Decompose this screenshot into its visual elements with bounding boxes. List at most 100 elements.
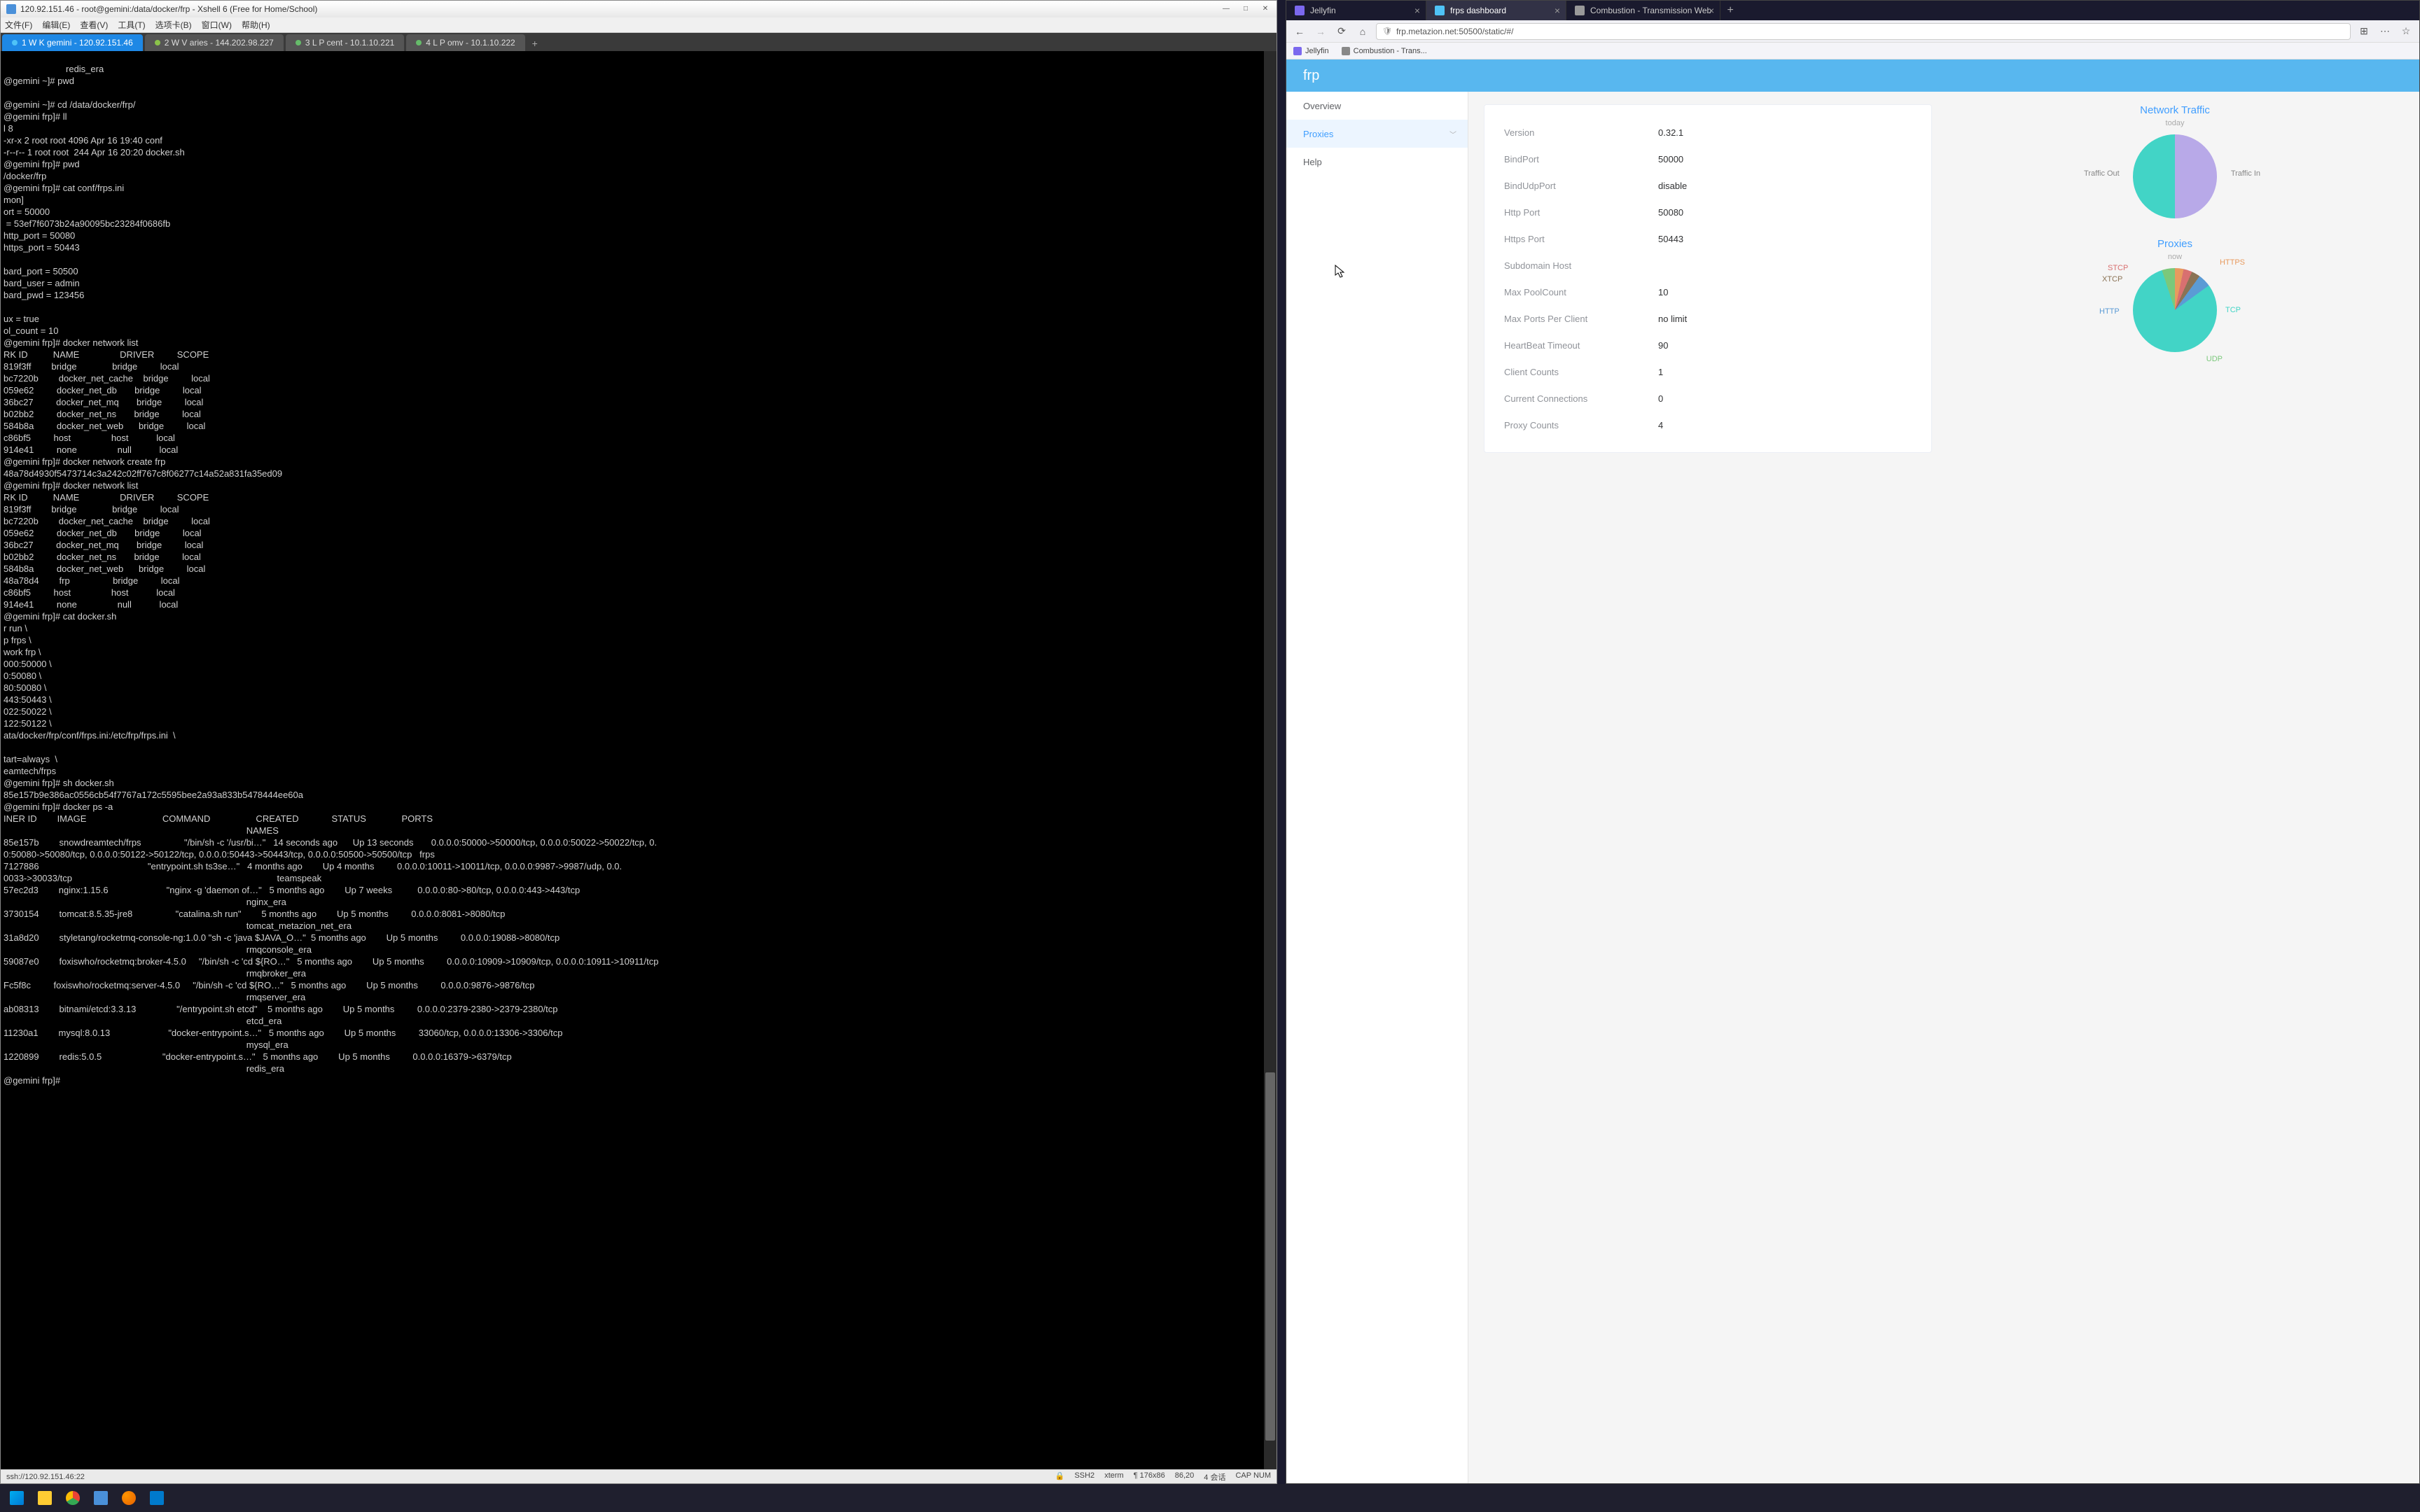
- xshell-menubar: 文件(F) 编辑(E) 查看(V) 工具(T) 选项卡(B) 窗口(W) 帮助(…: [1, 18, 1277, 33]
- tab-label: Jellyfin: [1310, 6, 1336, 15]
- reader-button[interactable]: ⊞: [2356, 24, 2372, 39]
- firefox-icon: [122, 1491, 136, 1505]
- sidebar-item-help[interactable]: Help: [1286, 148, 1468, 176]
- info-row: Max Ports Per Clientno limit: [1504, 305, 1912, 332]
- status-dot-icon: [416, 40, 422, 46]
- menu-dots-button[interactable]: ⋯: [2377, 24, 2393, 39]
- bookmark-star-icon[interactable]: ☆: [2398, 24, 2414, 39]
- browser-tab-jellyfin[interactable]: Jellyfin ×: [1286, 1, 1426, 20]
- xshell-statusbar: ssh://120.92.151.46:22 🔒 SSH2 xterm ¶ 17…: [1, 1469, 1277, 1483]
- pie-label: TCP: [2225, 306, 2241, 314]
- menu-file[interactable]: 文件(F): [5, 19, 32, 31]
- pie-label: HTTPS: [2220, 258, 2245, 267]
- home-button[interactable]: ⌂: [1355, 24, 1370, 39]
- status-dot-icon: [155, 40, 160, 46]
- url-text: frp.metazion.net:50500/static/#/: [1396, 27, 1513, 36]
- menu-help[interactable]: 帮助(H): [242, 19, 270, 31]
- info-row: Http Port50080: [1504, 199, 1912, 225]
- close-tab-icon[interactable]: ×: [1414, 5, 1420, 16]
- windows-taskbar[interactable]: [0, 1484, 2420, 1512]
- frp-info-card: Version0.32.1 BindPort50000 BindUdpPortd…: [1484, 104, 1932, 453]
- chart-title: Proxies: [2133, 238, 2217, 250]
- bookmark-combustion[interactable]: Combustion - Trans...: [1342, 47, 1427, 55]
- taskbar-xshell[interactable]: [88, 1485, 113, 1511]
- sidebar-item-overview[interactable]: Overview: [1286, 92, 1468, 120]
- session-tab-omv[interactable]: 4 L P omv - 10.1.10.222: [406, 34, 524, 51]
- new-tab-button[interactable]: +: [1720, 4, 1740, 17]
- xshell-titlebar[interactable]: 120.92.151.46 - root@gemini:/data/docker…: [1, 1, 1277, 18]
- chart-title: Network Traffic: [2133, 104, 2217, 116]
- terminal[interactable]: redis_era @gemini ~]# pwd @gemini ~]# cd…: [1, 51, 1277, 1469]
- chart-subtitle: now: [2133, 253, 2217, 261]
- status-dot-icon: [12, 40, 18, 46]
- session-tab-aries[interactable]: 2 W V aries - 144.202.98.227: [145, 34, 284, 51]
- url-bar[interactable]: 🛡 frp.metazion.net:50500/static/#/: [1376, 23, 2351, 40]
- menu-tools[interactable]: 工具(T): [118, 19, 145, 31]
- session-tab-cent[interactable]: 3 L P cent - 10.1.10.221: [286, 34, 404, 51]
- taskbar-vscode[interactable]: [144, 1485, 169, 1511]
- tab-label: frps dashboard: [1450, 6, 1506, 15]
- taskbar-explorer[interactable]: [32, 1485, 57, 1511]
- pie-label: HTTP: [2099, 307, 2120, 316]
- favicon-icon: [1575, 6, 1585, 15]
- sidebar-item-proxies[interactable]: Proxies﹀: [1286, 120, 1468, 148]
- status-term: xterm: [1104, 1471, 1124, 1483]
- cursor-icon: [1335, 265, 1346, 279]
- close-tab-icon[interactable]: ×: [1709, 5, 1714, 16]
- lock-icon: 🛡: [1382, 27, 1392, 36]
- status-lock-icon: 🔒: [1055, 1471, 1065, 1483]
- bookmark-jellyfin[interactable]: Jellyfin: [1293, 47, 1329, 55]
- terminal-scrollbar[interactable]: [1264, 51, 1277, 1469]
- taskbar-firefox[interactable]: [116, 1485, 141, 1511]
- info-row: BindPort50000: [1504, 146, 1912, 172]
- frp-header: frp: [1286, 59, 2419, 92]
- info-row: Max PoolCount10: [1504, 279, 1912, 305]
- pie-label: STCP: [2108, 264, 2128, 272]
- status-sessions: 4 会话: [1204, 1471, 1225, 1483]
- info-row: BindUdpPortdisable: [1504, 172, 1912, 199]
- chart-subtitle: today: [2133, 119, 2217, 127]
- menu-window[interactable]: 窗口(W): [202, 19, 232, 31]
- close-button[interactable]: ✕: [1257, 2, 1274, 15]
- xshell-title-text: 120.92.151.46 - root@gemini:/data/docker…: [20, 4, 317, 14]
- frp-dashboard: frp Overview Proxies﹀ Help Version0.32.1…: [1286, 59, 2419, 1483]
- minimize-button[interactable]: —: [1218, 2, 1235, 15]
- folder-icon: [38, 1491, 52, 1505]
- menu-tabs[interactable]: 选项卡(B): [155, 19, 192, 31]
- maximize-button[interactable]: □: [1237, 2, 1254, 15]
- xshell-window: 120.92.151.46 - root@gemini:/data/docker…: [0, 0, 1277, 1484]
- bookmarks-bar: Jellyfin Combustion - Trans...: [1286, 43, 2419, 59]
- back-button[interactable]: ←: [1292, 24, 1307, 39]
- start-button[interactable]: [4, 1485, 29, 1511]
- favicon-icon: [1342, 47, 1350, 55]
- add-tab-button[interactable]: +: [527, 36, 543, 51]
- pie-chart: HTTPS STCP XTCP HTTP TCP UDP: [2133, 268, 2217, 352]
- pie-chart: Traffic Out Traffic In: [2133, 134, 2217, 218]
- session-tab-gemini[interactable]: 1 W K gemini - 120.92.151.46: [2, 34, 143, 51]
- menu-edit[interactable]: 编辑(E): [42, 19, 70, 31]
- firefox-tabstrip: Jellyfin × frps dashboard × Combustion -…: [1286, 1, 2419, 20]
- xshell-icon: [6, 4, 16, 14]
- status-proto: SSH2: [1074, 1471, 1094, 1483]
- firefox-navbar: ← → ⟳ ⌂ 🛡 frp.metazion.net:50500/static/…: [1286, 20, 2419, 43]
- close-tab-icon[interactable]: ×: [1555, 5, 1560, 16]
- traffic-chart: Network Traffic today Traffic Out Traffi…: [2133, 104, 2217, 218]
- favicon-icon: [1295, 6, 1305, 15]
- browser-tab-frps[interactable]: frps dashboard ×: [1426, 1, 1566, 20]
- frp-title: frp: [1303, 68, 1319, 84]
- frp-charts: Network Traffic today Traffic Out Traffi…: [1946, 104, 2404, 352]
- forward-button[interactable]: →: [1313, 24, 1328, 39]
- firefox-window: Jellyfin × frps dashboard × Combustion -…: [1286, 0, 2420, 1484]
- browser-tab-combustion[interactable]: Combustion - Transmission Web ×: [1566, 1, 1720, 20]
- status-dot-icon: [295, 40, 301, 46]
- scrollbar-thumb[interactable]: [1265, 1072, 1275, 1441]
- frp-sidebar: Overview Proxies﹀ Help: [1286, 92, 1468, 1483]
- taskbar-chrome[interactable]: [60, 1485, 85, 1511]
- reload-button[interactable]: ⟳: [1334, 24, 1349, 39]
- info-row: Client Counts1: [1504, 358, 1912, 385]
- info-row: Current Connections0: [1504, 385, 1912, 412]
- chrome-icon: [66, 1491, 80, 1505]
- info-row: HeartBeat Timeout90: [1504, 332, 1912, 358]
- pie-label: XTCP: [2102, 275, 2122, 284]
- menu-view[interactable]: 查看(V): [80, 19, 108, 31]
